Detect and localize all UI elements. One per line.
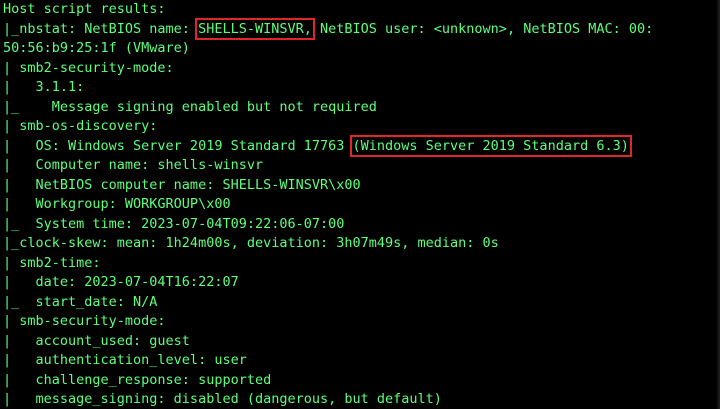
terminal-line: | smb-os-discovery: bbox=[3, 118, 158, 134]
terminal-line: | account_used: guest bbox=[3, 332, 190, 349]
terminal-line: | NetBIOS computer name: SHELLS-WINSVR\x… bbox=[3, 176, 361, 193]
highlighted-netbios-name: SHELLS-WINSVR, bbox=[195, 17, 315, 40]
terminal-line: |_ start_date: N/A bbox=[3, 293, 158, 310]
terminal-text: |_nbstat: NetBIOS name: bbox=[3, 20, 199, 37]
highlighted-os-version: (Windows Server 2019 Standard 6.3) bbox=[349, 134, 632, 157]
terminal-text: NetBIOS user: <unknown>, NetBIOS MAC: 00… bbox=[311, 20, 654, 37]
terminal-line: Host script results: bbox=[3, 1, 166, 17]
terminal-line: | Workgroup: WORKGROUP\x00 bbox=[3, 196, 231, 212]
terminal-line: | challenge_response: supported bbox=[3, 371, 272, 388]
terminal-line: | 3.1.1: bbox=[3, 79, 85, 95]
terminal-line: | smb-security-mode: bbox=[3, 313, 166, 329]
terminal-output: Host script results: |_nbstat: NetBIOS n… bbox=[3, 0, 720, 409]
terminal-line-os: | OS: Windows Server 2019 Standard 17763… bbox=[3, 134, 720, 157]
terminal-line: | authentication_level: user bbox=[3, 352, 247, 368]
terminal-window[interactable]: Host script results: |_nbstat: NetBIOS n… bbox=[0, 0, 720, 409]
terminal-line: | smb2-security-mode: bbox=[3, 59, 174, 76]
terminal-line-nbstat: |_nbstat: NetBIOS name: SHELLS-WINSVR, N… bbox=[3, 17, 720, 40]
terminal-text: | OS: Windows Server 2019 Standard 17763 bbox=[3, 137, 353, 154]
terminal-line: | date: 2023-07-04T16:22:07 bbox=[3, 274, 239, 290]
terminal-line: | message_signing: disabled (dangerous, … bbox=[3, 391, 442, 407]
terminal-line: | Computer name: shells-winsvr bbox=[3, 157, 264, 173]
terminal-line: |_clock-skew: mean: 1h24m00s, deviation:… bbox=[3, 235, 499, 251]
terminal-line: |_ System time: 2023-07-04T09:22:06-07:0… bbox=[3, 215, 345, 232]
terminal-line: |_ Message signing enabled but not requi… bbox=[3, 98, 377, 115]
window-edge bbox=[716, 0, 720, 409]
terminal-line: 50:56:b9:25:1f (VMware) bbox=[3, 40, 190, 56]
terminal-line: | smb2-time: bbox=[3, 254, 101, 271]
